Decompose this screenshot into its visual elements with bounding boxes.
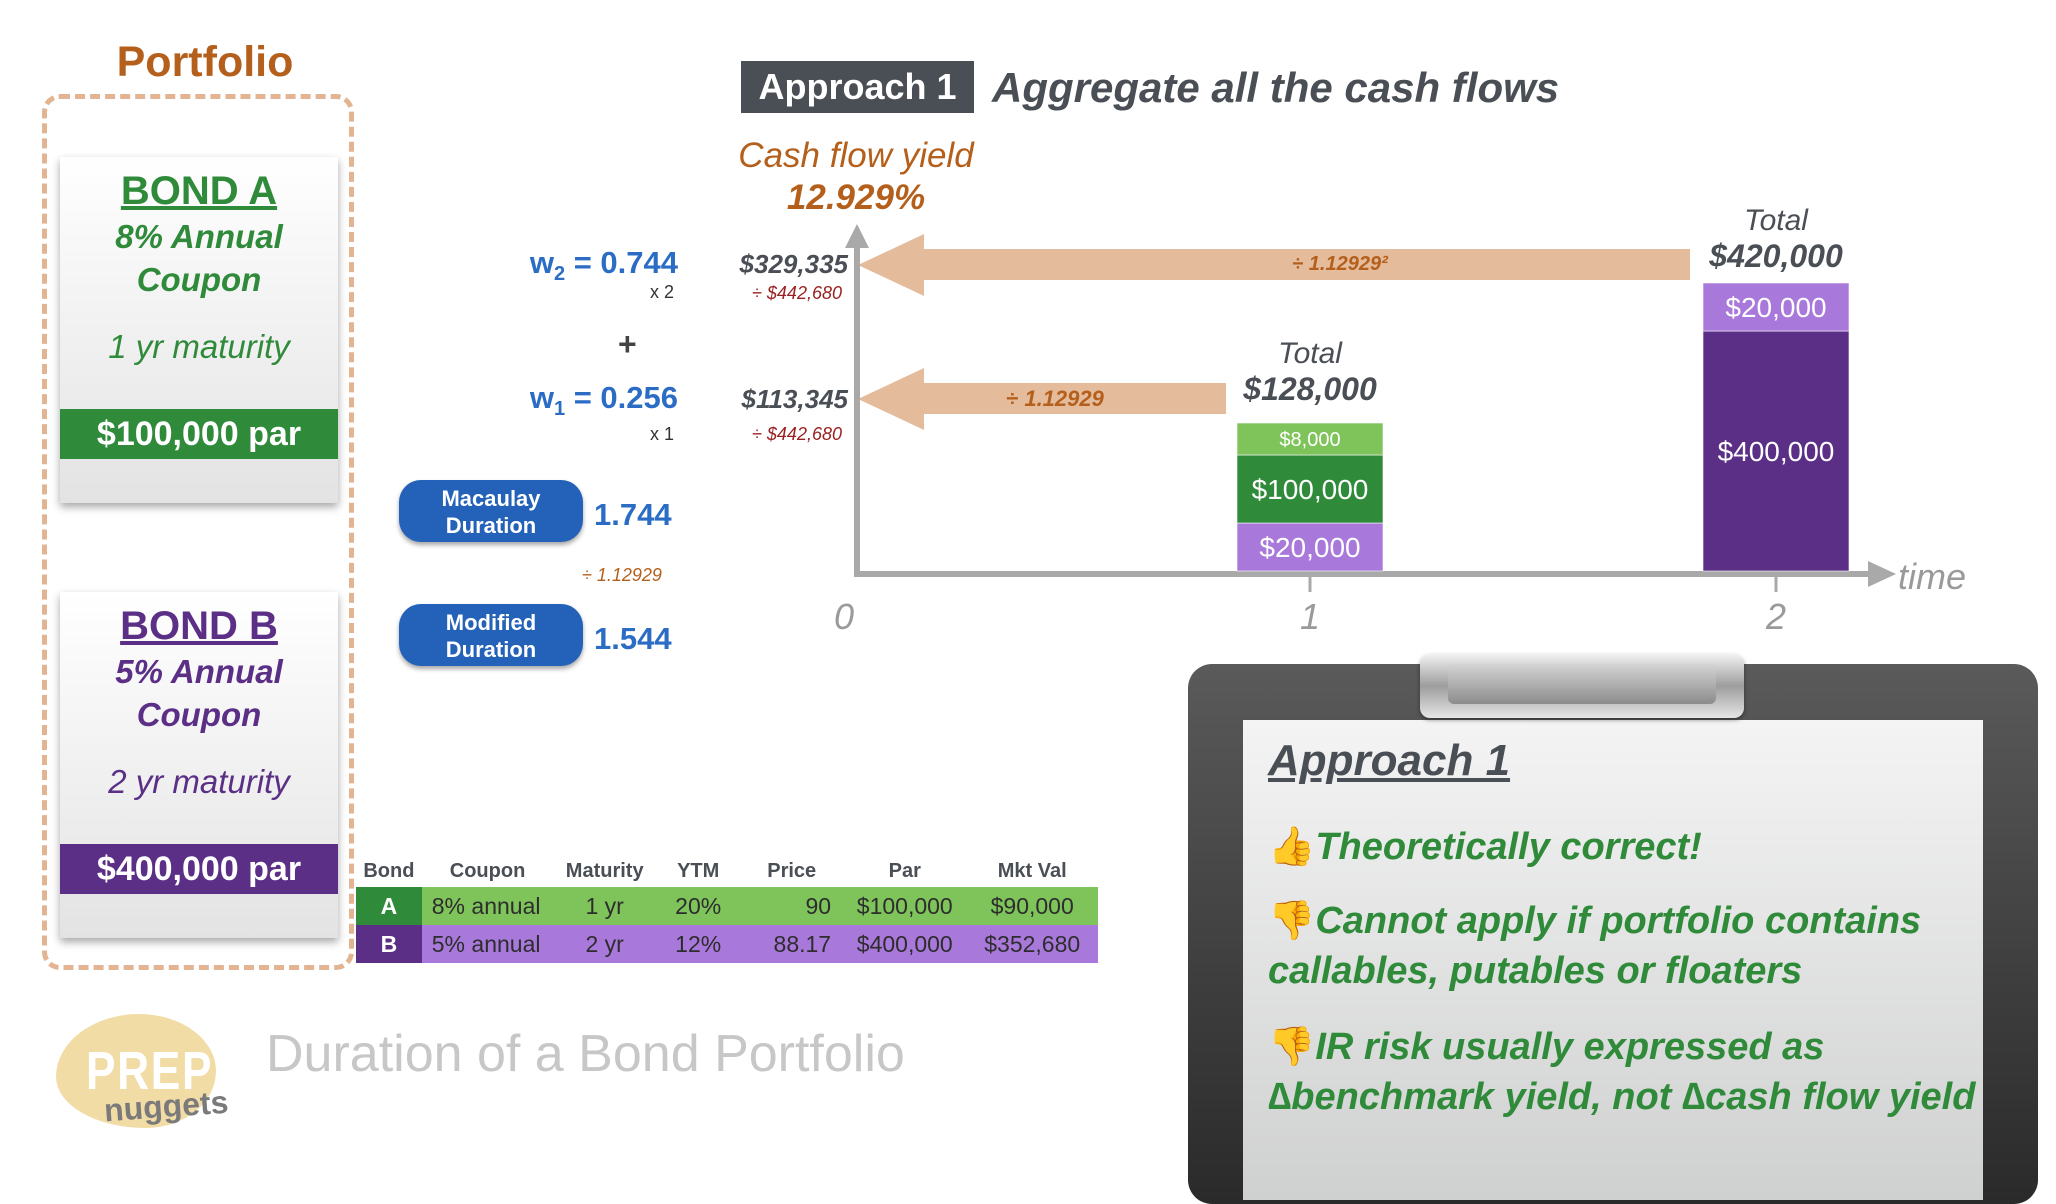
bar-segment-label-t1-2: $8,000 xyxy=(1279,429,1340,451)
clipboard-item-text: Cannot apply if portfolio contains calla… xyxy=(1268,900,1922,992)
bar-segment-label-t1-1: $100,000 xyxy=(1252,474,1369,505)
total-t2-value: $420,000 xyxy=(1709,238,1843,274)
arrow-t1-label: ÷ 1.12929 xyxy=(1006,386,1104,411)
bar-segment-label-t1-0: $20,000 xyxy=(1259,532,1360,563)
thumbs-down-icon: 👎 xyxy=(1268,1026,1316,1068)
cell-coupon: 8% annual xyxy=(421,887,554,925)
cell-ytm: 12% xyxy=(656,925,741,963)
table-header-row: Bond Coupon Maturity YTM Price Par Mkt V… xyxy=(356,855,1098,887)
col-bond: Bond xyxy=(363,859,415,882)
thumbs-down-icon: 👎 xyxy=(1268,900,1316,942)
cell-par: $100,000 xyxy=(843,887,967,925)
clipboard-item-pro: 👍Theoretically correct! xyxy=(1268,822,1978,872)
total-t1-value: $128,000 xyxy=(1243,371,1377,407)
col-ytm: YTM xyxy=(677,859,720,882)
tick-1: 1 xyxy=(1300,596,1321,637)
table-row: B 5% annual 2 yr 12% 88.17 $400,000 $352… xyxy=(356,925,1098,963)
x-axis-label: time xyxy=(1898,556,1967,597)
cell-coupon: 5% annual xyxy=(421,925,554,963)
cell-price: 90 xyxy=(740,887,844,925)
cell-price: 88.17 xyxy=(740,925,844,963)
arrow-t2-label: ÷ 1.12929² xyxy=(1292,253,1388,275)
tick-0: 0 xyxy=(834,596,855,637)
total-t2-label: Total xyxy=(1744,204,1808,237)
clipboard-item-con-2: 👎IR risk usually expressed as ∆benchmark… xyxy=(1268,1022,1978,1122)
cell-par: $400,000 xyxy=(843,925,967,963)
cell-mkt-val: $352,680 xyxy=(966,925,1098,963)
tick-2: 2 xyxy=(1766,596,1787,637)
cell-mkt-val: $90,000 xyxy=(966,887,1098,925)
cell-maturity: 2 yr xyxy=(553,925,657,963)
col-price: Price xyxy=(767,859,817,882)
cell-maturity: 1 yr xyxy=(553,887,657,925)
bar-segment-label-t2-1: $20,000 xyxy=(1725,292,1826,323)
footer-title: Duration of a Bond Portfolio xyxy=(266,1025,905,1083)
col-maturity: Maturity xyxy=(565,859,644,882)
cell-ytm: 20% xyxy=(656,887,741,925)
clipboard-item-con-1: 👎Cannot apply if portfolio contains call… xyxy=(1268,896,1978,996)
clipboard-item-text: Theoretically correct! xyxy=(1315,826,1702,868)
total-t1-label: Total xyxy=(1278,337,1342,370)
stacked-bars: $20,000 $100,000 $8,000 $400,000 $20,000 xyxy=(1236,282,1850,572)
table-row: A 8% annual 1 yr 20% 90 $100,000 $90,000 xyxy=(356,887,1098,925)
bond-table: Bond Coupon Maturity YTM Price Par Mkt V… xyxy=(356,855,1098,963)
cell-bond: A xyxy=(356,887,422,925)
col-mkt-val: Mkt Val xyxy=(997,859,1067,882)
clipboard-item-text: IR risk usually expressed as ∆benchmark … xyxy=(1268,1026,1976,1118)
clipboard-title: Approach 1 xyxy=(1268,736,1511,785)
col-coupon: Coupon xyxy=(449,859,526,882)
bar-segment-label-t2-0: $400,000 xyxy=(1718,436,1835,467)
clipboard-clip-inner xyxy=(1448,664,1716,704)
cell-bond: B xyxy=(356,925,422,963)
thumbs-up-icon: 👍 xyxy=(1268,826,1316,868)
col-par: Par xyxy=(888,859,921,882)
